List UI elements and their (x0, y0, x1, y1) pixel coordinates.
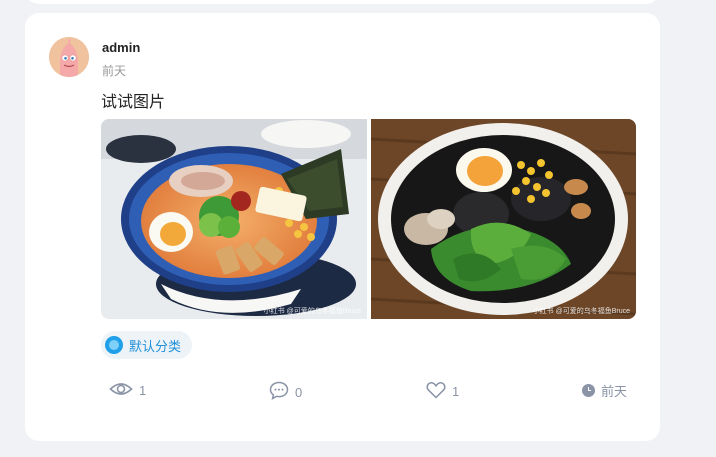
views-stat[interactable]: 1 (109, 381, 146, 400)
avatar[interactable] (49, 37, 89, 77)
author-name[interactable]: admin (102, 40, 140, 55)
category-label: 默认分类 (129, 338, 182, 354)
post-card: admin 前天 试试图片 小红书 @可爱的乌冬福鱼Bruce 小红书 @可爱的… (25, 13, 660, 441)
comments-stat[interactable]: 0 (269, 381, 302, 403)
comments-count: 0 (295, 384, 303, 400)
previous-post-card (25, 0, 660, 4)
heart-icon (426, 381, 446, 402)
likes-stat[interactable]: 1 (426, 381, 459, 402)
miso-ramen-photo[interactable]: 小红书 @可爱的乌冬福鱼Bruce (101, 119, 367, 319)
category-tag[interactable]: 默认分类 (101, 331, 193, 359)
post-text: 试试图片 (101, 94, 166, 111)
eye-icon (109, 381, 133, 400)
views-count: 1 (139, 383, 147, 398)
category-dot-icon (105, 336, 123, 354)
post-time: 前天 (102, 64, 127, 78)
image-watermark: 小红书 @可爱的乌冬福鱼Bruce (532, 308, 630, 315)
post-images: 小红书 @可爱的乌冬福鱼Bruce 小红书 @可爱的乌冬福鱼Bruce (101, 119, 636, 319)
image-watermark: 小红书 @可爱的乌冬福鱼Bruce (263, 308, 361, 315)
black-ramen-photo[interactable]: 小红书 @可爱的乌冬福鱼Bruce (370, 119, 636, 319)
time-label: 前天 (601, 384, 628, 399)
comment-bubble-icon (269, 381, 289, 403)
time-stat: 前天 (582, 381, 627, 400)
clock-icon (582, 384, 595, 397)
likes-count: 1 (452, 384, 460, 399)
